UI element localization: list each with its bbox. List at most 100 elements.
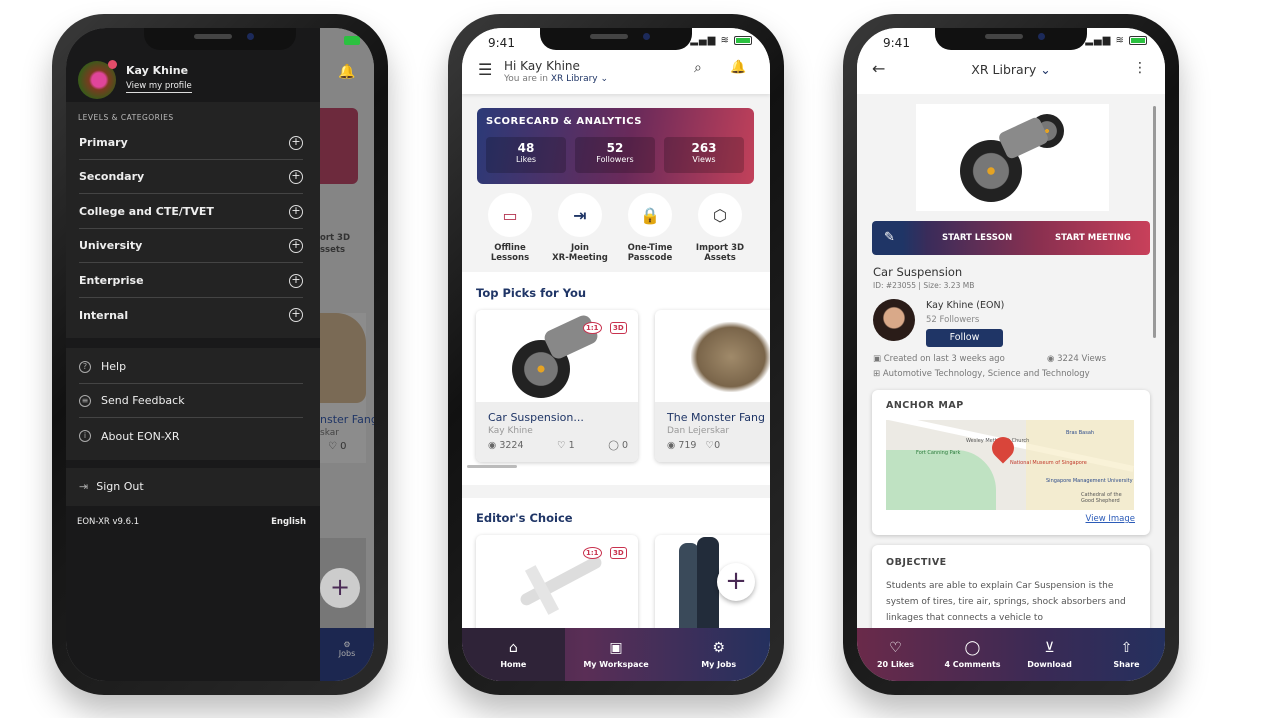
- add-fab[interactable]: +: [320, 568, 360, 608]
- language-selector[interactable]: English: [271, 517, 306, 527]
- help-link[interactable]: ? Help: [79, 350, 303, 384]
- laptop-icon: ▭: [488, 193, 532, 237]
- add-fab[interactable]: +: [717, 563, 755, 601]
- author-name[interactable]: Kay Khine (EON): [926, 300, 1004, 311]
- download-button[interactable]: ⊻ Download: [1011, 628, 1088, 681]
- download-icon: ⊻: [1044, 640, 1055, 656]
- join-meeting-button[interactable]: ⇥ Join XR-Meeting: [545, 193, 615, 263]
- more-vertical-icon[interactable]: ⋮: [1133, 60, 1147, 76]
- anchor-map-card: ANCHOR MAP National Museum of Singapore …: [872, 390, 1150, 535]
- section-title: Editor's Choice: [476, 511, 573, 525]
- category-university[interactable]: University +: [79, 229, 303, 263]
- passcode-button[interactable]: 🔒 One-Time Passcode: [615, 193, 685, 263]
- category-college[interactable]: College and CTE/TVET +: [79, 195, 303, 229]
- view-profile-link[interactable]: View my profile: [126, 81, 192, 93]
- section-title: Top Picks for You: [476, 286, 587, 300]
- help-icon: ?: [79, 360, 91, 373]
- grid-icon: ⊞: [873, 369, 881, 379]
- dimmed-card: nster Fang skar ♡ 0: [320, 313, 374, 463]
- model-preview[interactable]: [916, 104, 1109, 211]
- calendar-icon: ▣: [873, 354, 882, 364]
- author-avatar[interactable]: [873, 299, 915, 341]
- start-meeting-button[interactable]: START MEETING: [1055, 233, 1131, 243]
- dimmed-label: ssets: [320, 245, 346, 255]
- cube-icon: ⬡: [698, 193, 742, 237]
- dimmed-home[interactable]: 🔔 ort 3D ssets nster Fang skar ♡ 0 + ⚙ Jo…: [320, 28, 374, 681]
- info-icon: i: [79, 430, 91, 442]
- dimmed-scorecard: [320, 108, 358, 184]
- notification-dot: [108, 60, 117, 69]
- screen-home: 9:41 ▂▄▆ ≋ ☰ Hi Kay Khine You are in XR L…: [462, 28, 770, 681]
- share-icon: ⇧: [1120, 640, 1133, 656]
- sign-out-button[interactable]: ⇥ Sign Out: [66, 468, 320, 506]
- horizontal-scrollbar[interactable]: [467, 465, 517, 468]
- plus-circle-icon: +: [289, 308, 303, 322]
- import-assets-button[interactable]: ⬡ Import 3D Assets: [685, 193, 755, 263]
- dimmed-label: ort 3D: [320, 233, 351, 243]
- map-image[interactable]: National Museum of Singapore Singapore M…: [886, 420, 1134, 510]
- phone-detail: 9:41 ▂▄▆ ≋ ← XR Library ⌄ ⋮ ✎ START LESSO…: [843, 14, 1179, 695]
- stat-likes: 48 Likes: [486, 137, 566, 173]
- start-lesson-button[interactable]: START LESSON: [942, 233, 1012, 243]
- nav-workspace[interactable]: ▣ My Workspace: [565, 628, 668, 681]
- vertical-scrollbar[interactable]: [1153, 106, 1156, 338]
- category-primary[interactable]: Primary +: [79, 126, 303, 160]
- eye-icon: ◉: [1047, 354, 1055, 364]
- jobs-icon: ⚙: [712, 640, 725, 656]
- eye-icon: ◉: [488, 440, 497, 451]
- scorecard-card[interactable]: SCORECARD & ANALYTICS 48 Likes 52 Follower…: [477, 108, 754, 184]
- asset-card[interactable]: 1:1 3D Car Suspension... Kay Khine ◉ 322…: [476, 310, 638, 462]
- category-internal[interactable]: Internal +: [79, 298, 303, 332]
- library-selector[interactable]: XR Library ⌄: [857, 62, 1165, 77]
- views-info: ◉ 3224 Views: [1047, 354, 1107, 364]
- heart-icon: ♡: [557, 440, 566, 451]
- sign-out-icon: ⇥: [79, 480, 89, 493]
- action-nav: ♡ 20 Likes ◯ 4 Comments ⊻ Download ⇧ Share: [857, 628, 1165, 681]
- phone-home: 9:41 ▂▄▆ ≋ ☰ Hi Kay Khine You are in XR L…: [448, 14, 784, 695]
- nav-jobs[interactable]: ⚙ Jobs: [320, 628, 374, 681]
- plus-circle-icon: +: [289, 169, 303, 184]
- likes-button[interactable]: ♡ 20 Likes: [857, 628, 934, 681]
- bell-icon: 🔔: [338, 64, 356, 80]
- screen-detail: 9:41 ▂▄▆ ≋ ← XR Library ⌄ ⋮ ✎ START LESSO…: [857, 28, 1165, 681]
- author-followers: 52 Followers: [926, 315, 980, 325]
- heart-icon: ♡: [889, 640, 902, 656]
- door-enter-icon: ⇥: [558, 193, 602, 237]
- comments-button[interactable]: ◯ 4 Comments: [934, 628, 1011, 681]
- links-section: ? Help ≡ Send Feedback i About EON-XR: [66, 348, 320, 460]
- created-info: ▣ Created on last 3 weeks ago: [873, 354, 1005, 364]
- offline-lessons-button[interactable]: ▭ Offline Lessons: [475, 193, 545, 263]
- screen-drawer: 🔔 ort 3D ssets nster Fang skar ♡ 0 + ⚙ Jo…: [66, 28, 374, 681]
- version-label: EON-XR v9.6.1: [77, 517, 140, 527]
- share-button[interactable]: ⇧ Share: [1088, 628, 1165, 681]
- comment-icon: ◯: [608, 440, 619, 451]
- category-enterprise[interactable]: Enterprise +: [79, 264, 303, 298]
- send-feedback-link[interactable]: ≡ Send Feedback: [79, 384, 303, 418]
- plus-circle-icon: +: [289, 273, 303, 288]
- nav-home[interactable]: ⌂ Home: [462, 628, 565, 681]
- bell-icon[interactable]: 🔔: [730, 60, 746, 75]
- eye-icon: ◉: [667, 440, 676, 451]
- location-selector[interactable]: You are in XR Library ⌄: [504, 74, 608, 84]
- user-name: Kay Khine: [126, 64, 189, 77]
- hamburger-menu-icon[interactable]: ☰: [478, 60, 492, 79]
- category-secondary[interactable]: Secondary +: [79, 160, 303, 194]
- stat-followers: 52 Followers: [575, 137, 655, 173]
- action-bar: ✎ START LESSON START MEETING: [872, 221, 1150, 255]
- view-image-link[interactable]: View Image: [1086, 514, 1136, 524]
- phone-drawer: 🔔 ort 3D ssets nster Fang skar ♡ 0 + ⚙ Jo…: [52, 14, 388, 695]
- category-info: ⊞ Automotive Technology, Science and Tec…: [873, 369, 1090, 379]
- plus-circle-icon: +: [289, 204, 303, 219]
- categories-section: LEVELS & CATEGORIES Primary + Secondary + …: [66, 102, 320, 338]
- search-icon[interactable]: ⌕: [694, 60, 702, 76]
- home-icon: ⌂: [508, 640, 518, 656]
- briefcase-icon: ▣: [609, 640, 623, 656]
- asset-card[interactable]: 1:1 3D: [476, 535, 638, 635]
- greeting: Hi Kay Khine: [504, 59, 580, 73]
- stat-views: 263 Views: [664, 137, 744, 173]
- about-link[interactable]: i About EON-XR: [79, 419, 303, 453]
- follow-button[interactable]: Follow: [926, 329, 1003, 347]
- nav-jobs[interactable]: ⚙ My Jobs: [667, 628, 770, 681]
- edit-pencil-icon[interactable]: ✎: [884, 230, 895, 245]
- asset-card[interactable]: The Monster Fang Dan Lejerskar ◉ 719 ♡0: [655, 310, 770, 462]
